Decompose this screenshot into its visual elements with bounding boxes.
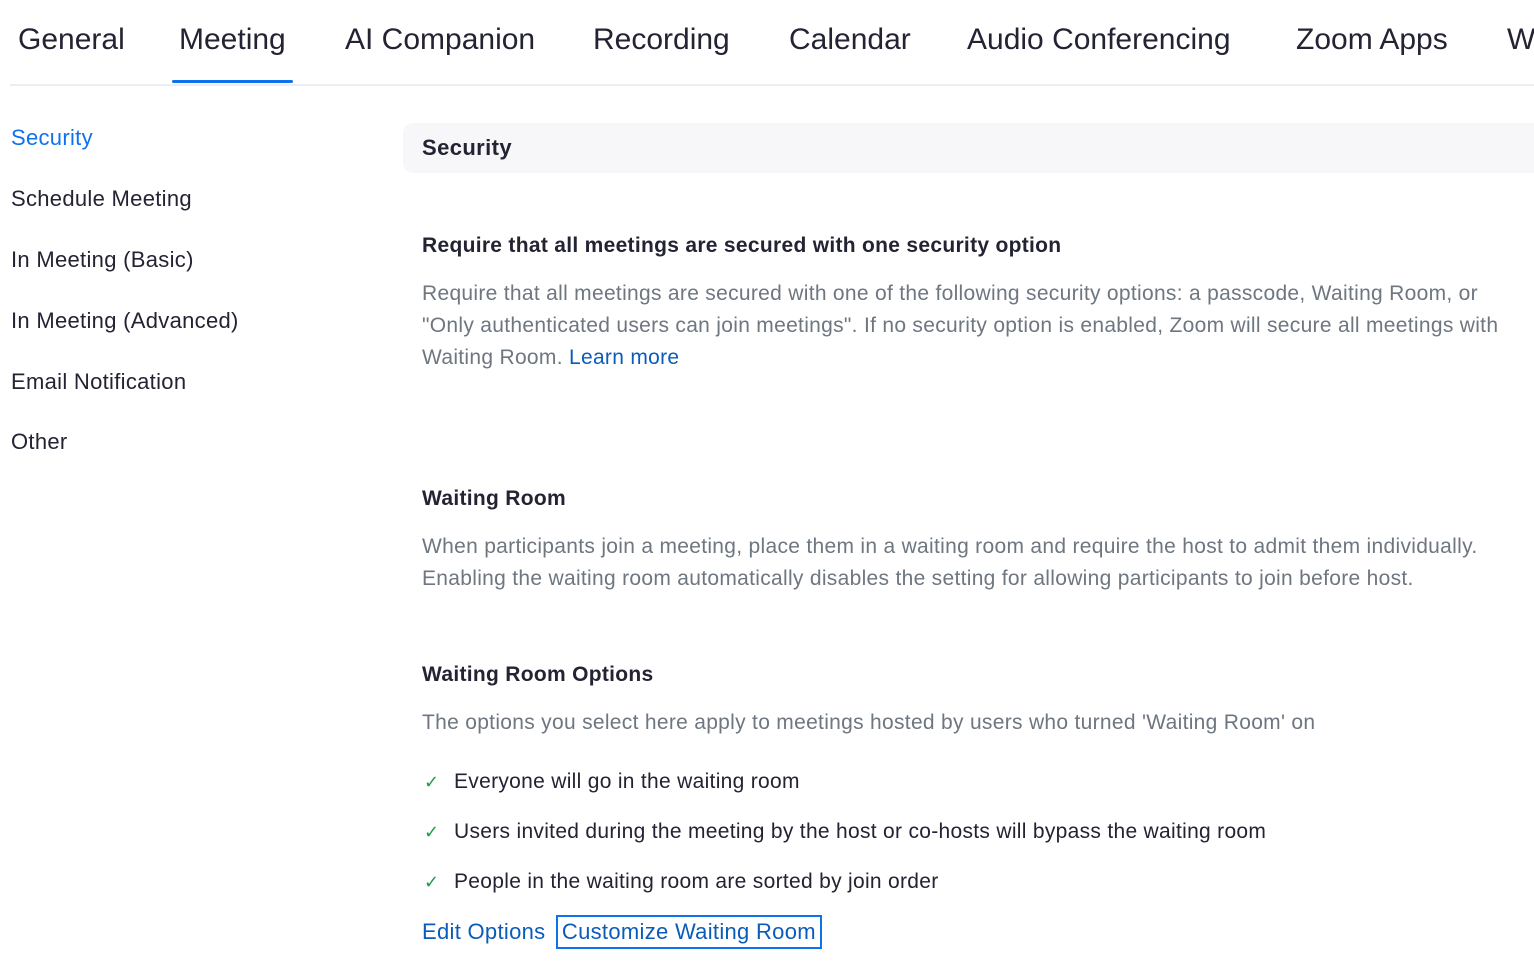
settings-tabs: General Meeting AI Companion Recording C… (10, 0, 1534, 86)
waiting-room-options-title: Waiting Room Options (422, 663, 654, 686)
option-label: Users invited during the meeting by the … (454, 820, 1267, 843)
tab-meeting[interactable]: Meeting (172, 22, 293, 83)
waiting-room-options-description: The options you select here apply to mee… (422, 711, 1316, 734)
sidebar-item-schedule-meeting[interactable]: Schedule Meeting (11, 184, 192, 214)
sidebar-item-in-meeting-basic[interactable]: In Meeting (Basic) (11, 245, 194, 275)
sidebar-item-other[interactable]: Other (11, 427, 68, 457)
sidebar-item-security[interactable]: Security (11, 123, 93, 153)
edit-options-link[interactable]: Edit Options (422, 918, 545, 946)
check-icon: ✓ (424, 772, 440, 792)
sidebar-item-in-meeting-advanced[interactable]: In Meeting (Advanced) (11, 306, 239, 336)
tab-zoom-apps[interactable]: Zoom Apps (1296, 22, 1448, 58)
require-security-description: Require that all meetings are secured wi… (422, 278, 1527, 374)
check-icon: ✓ (424, 822, 440, 842)
tab-general[interactable]: General (18, 22, 125, 58)
waiting-room-description: When participants join a meeting, place … (422, 535, 1478, 590)
learn-more-link[interactable]: Learn more (569, 346, 679, 369)
tab-truncated[interactable]: W (1507, 22, 1534, 58)
tab-calendar[interactable]: Calendar (789, 22, 911, 58)
list-item: ✓ People in the waiting room are sorted b… (424, 868, 939, 896)
tab-ai-companion[interactable]: AI Companion (345, 22, 535, 58)
option-label: People in the waiting room are sorted by… (454, 870, 939, 893)
sidebar-item-email-notification[interactable]: Email Notification (11, 367, 186, 397)
waiting-room-title: Waiting Room (422, 487, 566, 510)
section-header: Security (403, 123, 1534, 173)
list-item: ✓ Everyone will go in the waiting room (424, 768, 800, 796)
section-title: Security (422, 135, 513, 160)
require-security-title: Require that all meetings are secured wi… (422, 234, 1062, 257)
tab-audio-conferencing[interactable]: Audio Conferencing (967, 22, 1231, 58)
customize-waiting-room-link[interactable]: Customize Waiting Room (555, 915, 822, 949)
waiting-room-actions: Edit Options Customize Waiting Room (422, 915, 822, 949)
option-label: Everyone will go in the waiting room (454, 770, 800, 793)
settings-page: General Meeting AI Companion Recording C… (0, 0, 1534, 972)
check-icon: ✓ (424, 872, 440, 892)
list-item: ✓ Users invited during the meeting by the… (424, 818, 1266, 846)
tab-recording[interactable]: Recording (593, 22, 730, 58)
